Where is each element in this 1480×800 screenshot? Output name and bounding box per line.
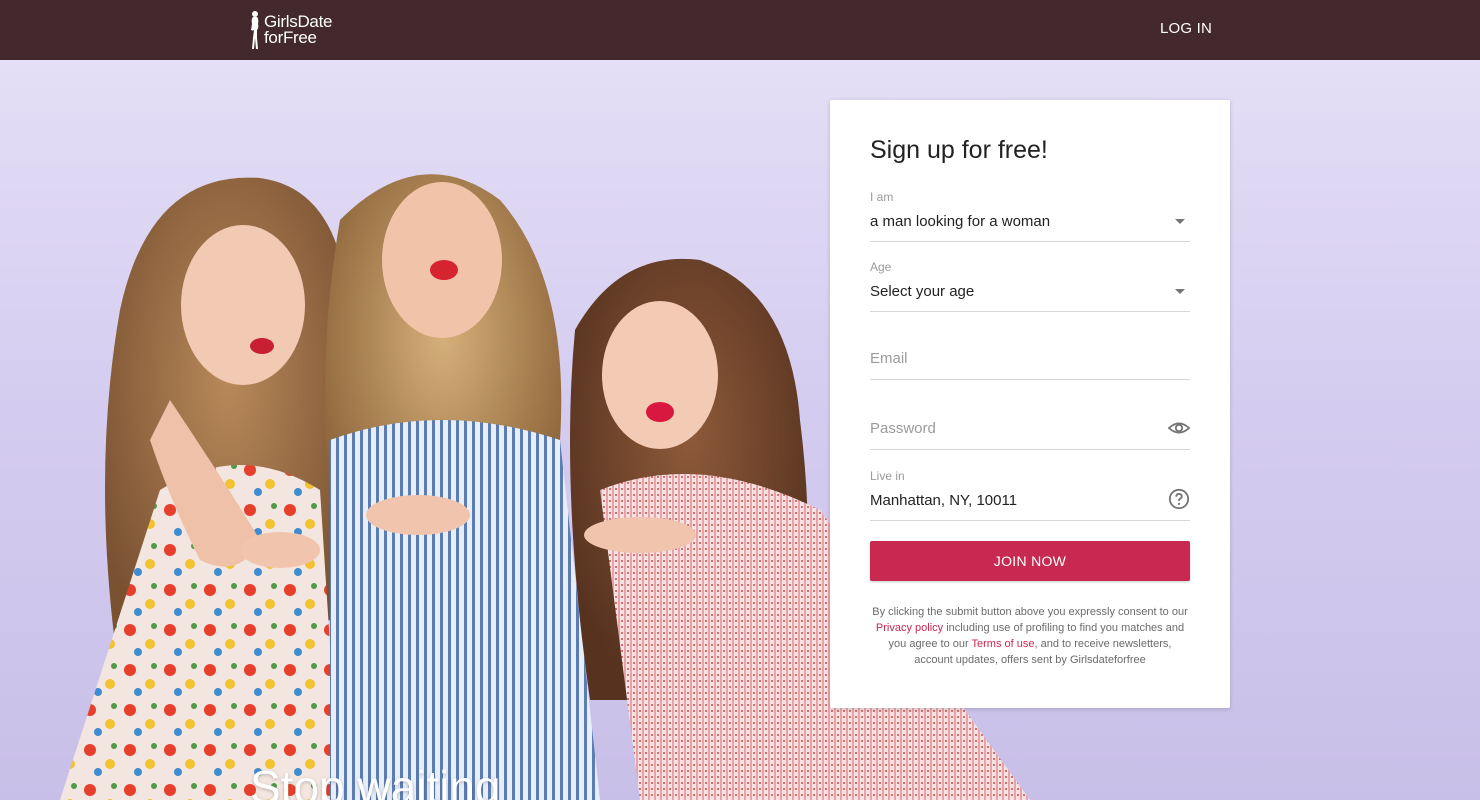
logo-text: GirlsDate forFree	[264, 13, 332, 47]
age-select-value: Select your age	[870, 283, 975, 300]
terms-of-use-link[interactable]: Terms of use	[972, 638, 1035, 650]
signup-title: Sign up for free!	[870, 136, 1048, 164]
consent-text-part1: By clicking the submit button above you …	[872, 606, 1188, 618]
gender-select-value: a man looking for a woman	[870, 213, 1051, 230]
hero-headline: Stop waiting	[250, 761, 501, 800]
gender-select[interactable]: I am a man looking for a woman	[870, 190, 1190, 242]
hero-photo	[60, 174, 1030, 800]
age-select[interactable]: Age Select your age	[870, 260, 1190, 312]
join-now-button[interactable]: JOIN NOW	[870, 541, 1190, 581]
age-select-label: Age	[870, 260, 892, 274]
location-value: Manhattan, NY, 10011	[870, 492, 1018, 509]
password-placeholder: Password	[870, 420, 936, 437]
gender-select-label: I am	[870, 190, 894, 204]
location-label: Live in	[870, 469, 905, 483]
hero-banner: Stop waiting	[0, 60, 1480, 800]
email-field[interactable]: Email	[870, 328, 1190, 380]
caret-down-icon	[1175, 289, 1185, 294]
signup-card: Sign up for free! I am a man looking for…	[830, 100, 1230, 708]
location-field[interactable]: Live in Manhattan, NY, 10011	[870, 469, 1190, 521]
privacy-policy-link[interactable]: Privacy policy	[876, 622, 943, 634]
site-logo[interactable]: GirlsDate forFree	[248, 9, 332, 51]
eye-icon[interactable]	[1168, 417, 1190, 439]
top-navigation-bar: GirlsDate forFree LOG IN	[0, 0, 1480, 60]
caret-down-icon	[1175, 219, 1185, 224]
woman-silhouette-icon	[251, 11, 259, 49]
login-link[interactable]: LOG IN	[1160, 20, 1212, 37]
consent-text: By clicking the submit button above you …	[870, 604, 1190, 668]
help-circle-icon[interactable]	[1168, 488, 1190, 510]
logo-text-line2: forFree	[264, 28, 317, 47]
email-placeholder: Email	[870, 350, 908, 367]
password-field[interactable]: Password	[870, 398, 1190, 450]
